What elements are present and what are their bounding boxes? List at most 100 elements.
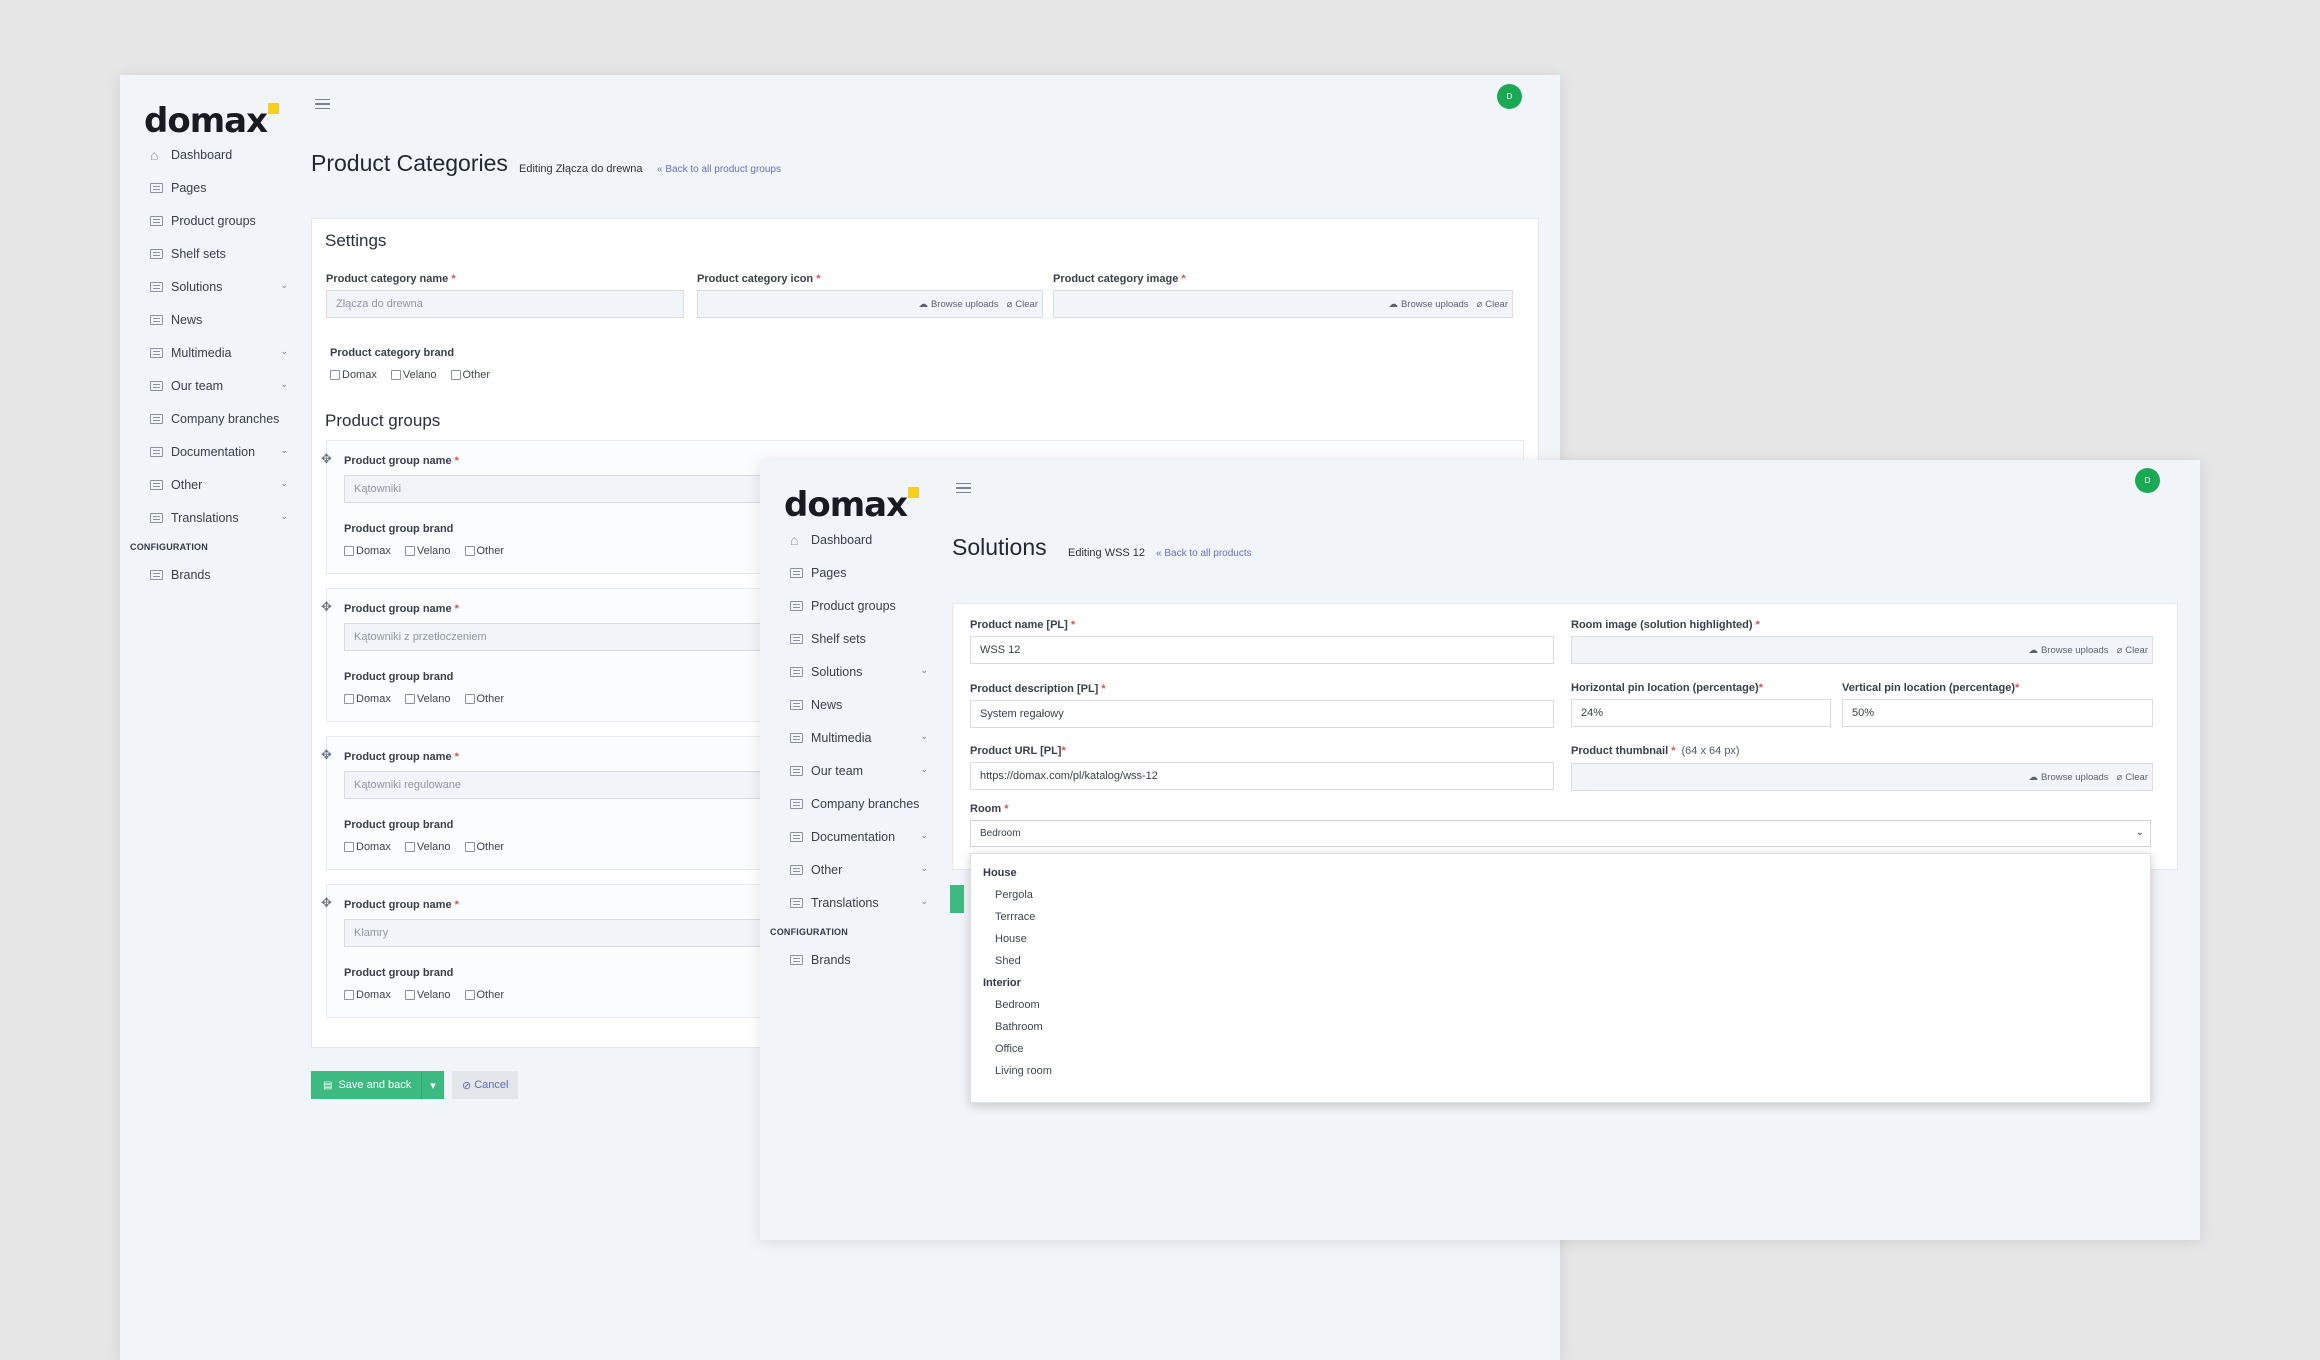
checkbox[interactable]: [450, 370, 461, 380]
menu-toggle-icon[interactable]: [956, 483, 971, 493]
clear-button[interactable]: ⌀ Clear: [2117, 772, 2148, 783]
checkbox[interactable]: [390, 370, 401, 380]
drag-handle-icon[interactable]: ✥: [321, 599, 332, 615]
sidebar-item-translations[interactable]: Translations ⌄: [138, 501, 288, 534]
checkbox[interactable]: [404, 694, 415, 704]
brand-option-velano[interactable]: Velano: [404, 989, 451, 1001]
horizontal-pin-input[interactable]: 24%: [1571, 699, 1831, 727]
checkbox[interactable]: [464, 694, 475, 704]
category-name-input[interactable]: Złącza do drewna: [326, 290, 684, 318]
sidebar-item-news[interactable]: News: [778, 688, 928, 721]
checkbox[interactable]: [344, 990, 354, 1000]
brand-option-velano[interactable]: Velano: [404, 545, 451, 557]
checkbox[interactable]: [344, 842, 354, 852]
back-to-products-link[interactable]: « Back to all products: [1156, 548, 1252, 559]
clear-button[interactable]: ⌀ Clear: [1477, 299, 1508, 310]
brand-option-domax[interactable]: Domax: [344, 841, 391, 853]
sidebar-item-company-branches[interactable]: Company branches: [778, 787, 928, 820]
clear-button[interactable]: ⌀ Clear: [2117, 645, 2148, 656]
browse-uploads-button[interactable]: ☁ Browse uploads: [918, 299, 998, 310]
product-url-input[interactable]: https://domax.com/pl/katalog/wss-12: [970, 762, 1554, 790]
dropdown-option[interactable]: Bedroom: [971, 994, 2150, 1016]
dropdown-option[interactable]: Shed: [971, 950, 2150, 972]
user-avatar[interactable]: D: [2135, 468, 2160, 493]
vertical-pin-input[interactable]: 50%: [1842, 699, 2153, 727]
group-name-label: Product group name *: [344, 603, 459, 615]
checkbox[interactable]: [330, 370, 340, 380]
back-to-product-groups-link[interactable]: « Back to all product groups: [657, 164, 781, 175]
checkbox[interactable]: [344, 546, 354, 556]
sidebar-item-multimedia[interactable]: Multimedia ⌄: [778, 721, 928, 754]
product-thumbnail-input[interactable]: ☁ Browse uploads ⌀ Clear: [1571, 763, 2153, 791]
domax-logo[interactable]: domax: [144, 101, 279, 141]
browse-uploads-button[interactable]: ☁ Browse uploads: [2028, 645, 2108, 656]
brand-option-other[interactable]: Other: [450, 369, 490, 381]
sidebar-item-solutions[interactable]: Solutions ⌄: [138, 270, 288, 303]
sidebar-item-dashboard[interactable]: Dashboard: [138, 138, 288, 171]
drag-handle-icon[interactable]: ✥: [321, 895, 332, 911]
dropdown-option[interactable]: House: [971, 928, 2150, 950]
sidebar-item-translations[interactable]: Translations ⌄: [778, 886, 928, 919]
browse-uploads-button[interactable]: ☁ Browse uploads: [1388, 299, 1468, 310]
brand-option-domax[interactable]: Domax: [344, 989, 391, 1001]
checkbox[interactable]: [464, 842, 475, 852]
brand-option-velano[interactable]: Velano: [404, 693, 451, 705]
checkbox[interactable]: [464, 546, 475, 556]
clear-button[interactable]: ⌀ Clear: [1007, 299, 1038, 310]
checkbox[interactable]: [404, 546, 415, 556]
category-image-input[interactable]: ☁ Browse uploads ⌀ Clear: [1053, 290, 1513, 318]
dropdown-option[interactable]: Office: [971, 1038, 2150, 1060]
sidebar-item-brands[interactable]: Brands: [778, 943, 928, 976]
room-image-input[interactable]: ☁ Browse uploads ⌀ Clear: [1571, 636, 2153, 664]
brand-option-velano[interactable]: Velano: [404, 841, 451, 853]
checkbox[interactable]: [344, 694, 354, 704]
domax-logo[interactable]: domax: [784, 485, 919, 525]
save-options-dropdown-icon[interactable]: ▾: [421, 1071, 444, 1099]
sidebar-item-other[interactable]: Other ⌄: [778, 853, 928, 886]
product-description-input[interactable]: System regałowy: [970, 700, 1554, 728]
sidebar-item-company-branches[interactable]: Company branches: [138, 402, 288, 435]
sidebar-item-documentation[interactable]: Documentation ⌄: [778, 820, 928, 853]
sidebar-item-documentation[interactable]: Documentation ⌄: [138, 435, 288, 468]
browse-uploads-button[interactable]: ☁ Browse uploads: [2028, 772, 2108, 783]
dropdown-option[interactable]: Living room: [971, 1060, 2150, 1082]
brand-option-domax[interactable]: Domax: [330, 369, 377, 381]
save-and-back-button[interactable]: ▤ Save and back ▾: [311, 1071, 444, 1099]
brand-option-other[interactable]: Other: [464, 545, 504, 557]
checkbox[interactable]: [404, 842, 415, 852]
sidebar-item-multimedia[interactable]: Multimedia ⌄: [138, 336, 288, 369]
sidebar-item-pages[interactable]: Pages: [778, 556, 928, 589]
sidebar-item-news[interactable]: News: [138, 303, 288, 336]
checkbox[interactable]: [404, 990, 415, 1000]
sidebar-item-product-groups[interactable]: Product groups: [138, 204, 288, 237]
sidebar-item-pages[interactable]: Pages: [138, 171, 288, 204]
brand-option-domax[interactable]: Domax: [344, 545, 391, 557]
room-select[interactable]: Bedroom ⌄: [970, 820, 2151, 847]
cancel-button[interactable]: ⊘ Cancel: [452, 1071, 519, 1099]
brand-option-other[interactable]: Other: [464, 841, 504, 853]
sidebar-item-shelf-sets[interactable]: Shelf sets: [138, 237, 288, 270]
sidebar-item-brands[interactable]: Brands: [138, 558, 288, 591]
product-name-input[interactable]: WSS 12: [970, 636, 1554, 664]
dropdown-option[interactable]: Bathroom: [971, 1016, 2150, 1038]
sidebar-item-our-team[interactable]: Our team ⌄: [138, 369, 288, 402]
user-avatar[interactable]: D: [1497, 84, 1522, 109]
drag-handle-icon[interactable]: ✥: [321, 747, 332, 763]
brand-option-velano[interactable]: Velano: [390, 369, 437, 381]
brand-option-other[interactable]: Other: [464, 693, 504, 705]
sidebar-item-our-team[interactable]: Our team ⌄: [778, 754, 928, 787]
brand-option-domax[interactable]: Domax: [344, 693, 391, 705]
save-button-partial[interactable]: [950, 885, 964, 913]
brand-option-other[interactable]: Other: [464, 989, 504, 1001]
sidebar-item-solutions[interactable]: Solutions ⌄: [778, 655, 928, 688]
sidebar-item-other[interactable]: Other ⌄: [138, 468, 288, 501]
sidebar-item-dashboard[interactable]: Dashboard: [778, 523, 928, 556]
sidebar-item-product-groups[interactable]: Product groups: [778, 589, 928, 622]
menu-toggle-icon[interactable]: [315, 99, 330, 109]
dropdown-option[interactable]: Terrrace: [971, 906, 2150, 928]
checkbox[interactable]: [464, 990, 475, 1000]
drag-handle-icon[interactable]: ✥: [321, 451, 332, 467]
category-icon-input[interactable]: ☁ Browse uploads ⌀ Clear: [697, 290, 1043, 318]
sidebar-item-shelf-sets[interactable]: Shelf sets: [778, 622, 928, 655]
dropdown-option[interactable]: Pergola: [971, 884, 2150, 906]
